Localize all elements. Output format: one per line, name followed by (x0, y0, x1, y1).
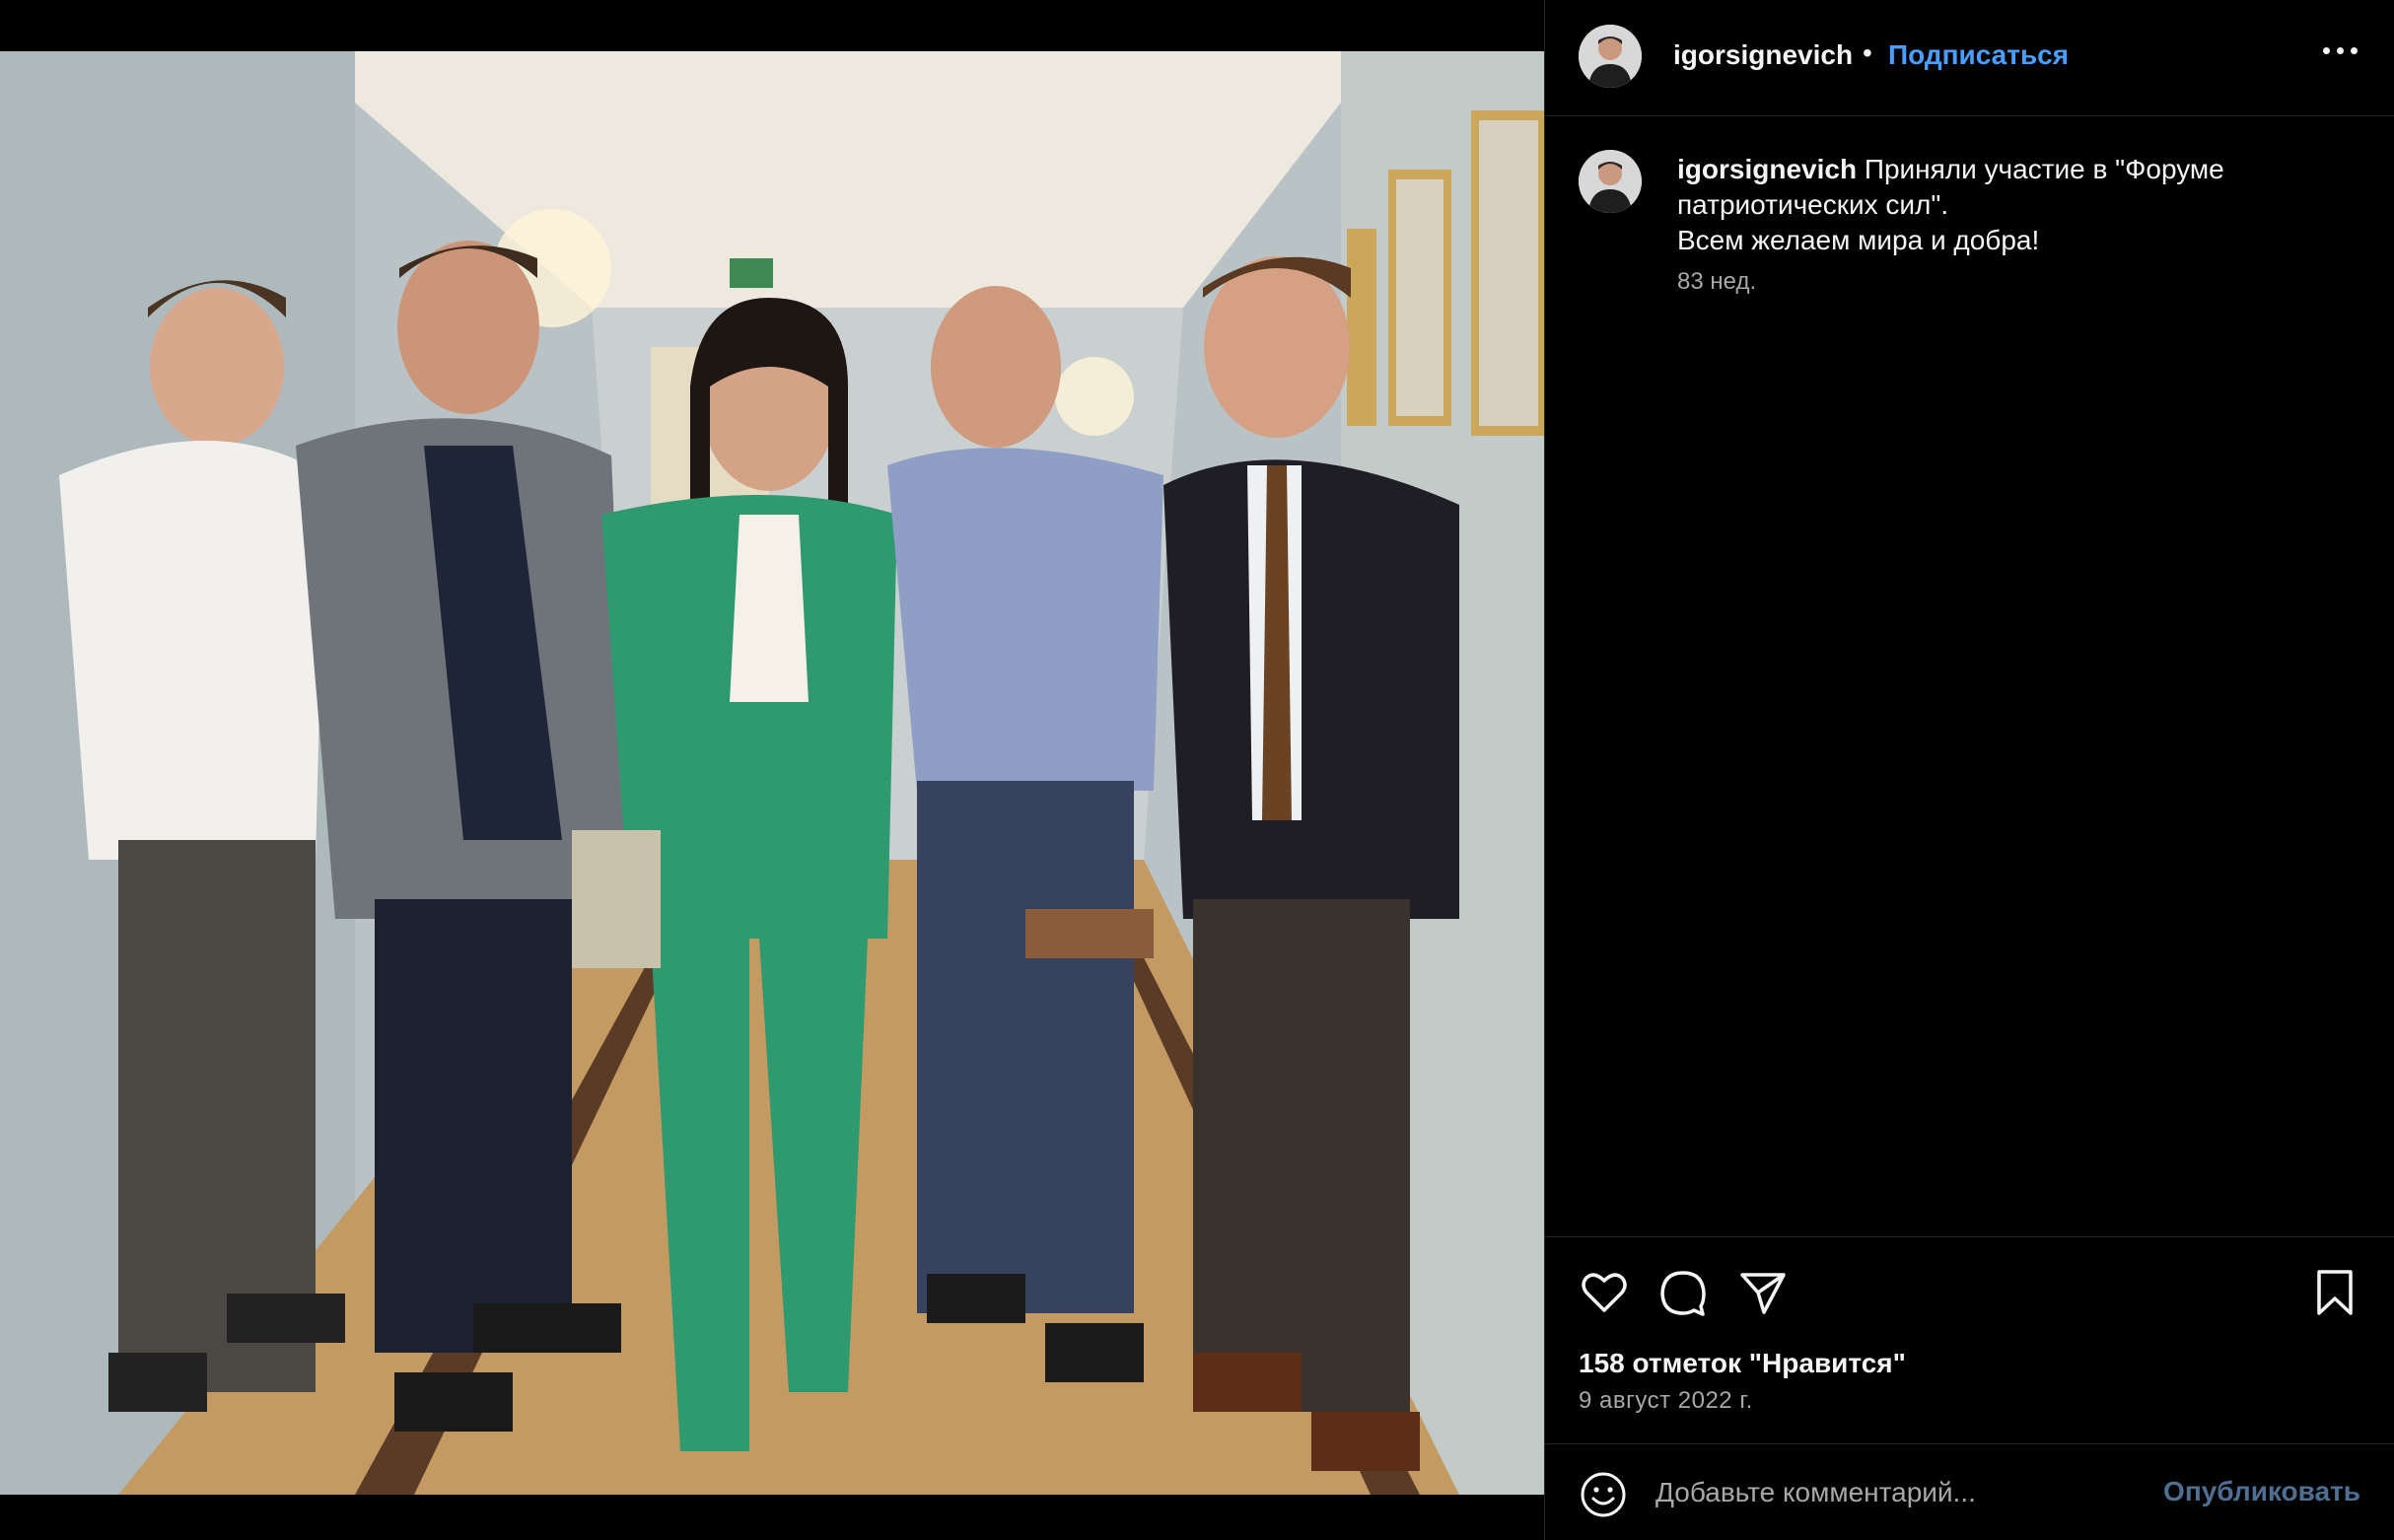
avatar-image (1579, 25, 1642, 88)
avatar-image (1579, 150, 1642, 213)
separator-dot: • (1863, 37, 1872, 68)
post-side-panel: igorsignevich • Подписаться igorsignevic… (1544, 0, 2394, 1540)
comment-bar: Опубликовать (1545, 1443, 2394, 1540)
caption-line-2: Всем желаем мира и добра! (1677, 225, 2040, 255)
comment-icon[interactable] (1657, 1267, 1709, 1318)
author-avatar[interactable] (1579, 25, 1642, 88)
post-header: igorsignevich • Подписаться (1545, 0, 2394, 116)
more-horizontal-icon[interactable] (2321, 30, 2360, 69)
paper-plane-icon[interactable] (1736, 1267, 1788, 1318)
photo-pane (0, 0, 1544, 1540)
post-date: 9 август 2022 г. (1579, 1387, 1753, 1414)
smiley-icon[interactable] (1579, 1470, 1628, 1519)
publish-button[interactable]: Опубликовать (2163, 1476, 2360, 1507)
action-bar: 158 отметок "Нравится" 9 август 2022 г. (1545, 1236, 2394, 1443)
group-photo-illustration (0, 51, 1544, 1495)
post-photo[interactable] (0, 51, 1544, 1495)
author-username[interactable]: igorsignevich (1673, 39, 1853, 71)
caption-username[interactable]: igorsignevich (1677, 154, 1857, 184)
caption-avatar[interactable] (1579, 150, 1642, 213)
comment-input[interactable] (1654, 1464, 2150, 1521)
likes-count[interactable]: 158 отметок "Нравится" (1579, 1348, 1906, 1379)
follow-button[interactable]: Подписаться (1888, 39, 2069, 71)
caption-timestamp[interactable]: 83 нед. (1677, 268, 1756, 296)
caption-text: igorsignevich Приняли участие в "Форуме … (1677, 152, 2348, 258)
bookmark-icon[interactable] (2309, 1267, 2360, 1318)
caption-area: igorsignevich Приняли участие в "Форуме … (1545, 116, 2394, 1236)
heart-icon[interactable] (1579, 1267, 1630, 1318)
